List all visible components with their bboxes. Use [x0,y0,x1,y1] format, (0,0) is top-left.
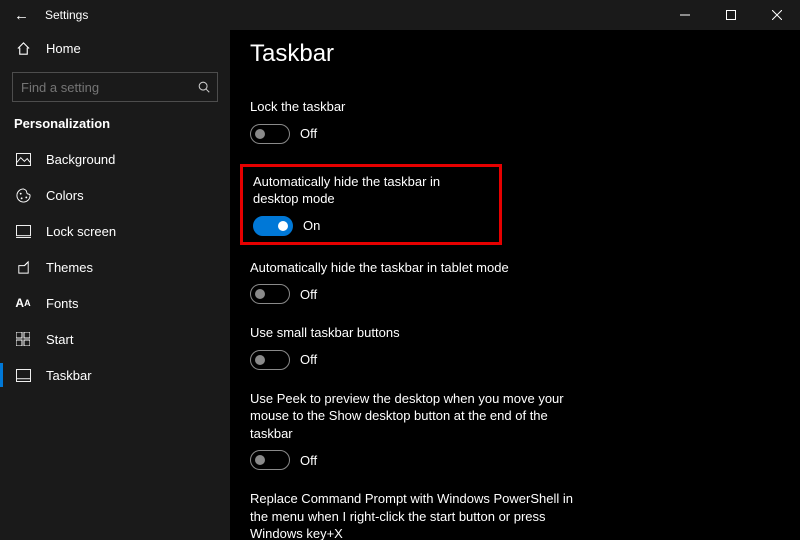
sidebar-item-label: Themes [46,260,93,275]
toggle-peek[interactable] [250,450,290,470]
setting-small-buttons: Use small taskbar buttons Off [250,324,590,370]
toggle-small-buttons[interactable] [250,350,290,370]
toggle-state: Off [300,352,317,367]
colors-icon [14,188,32,203]
setting-label: Use small taskbar buttons [250,324,590,342]
sidebar: Home Personalization Background [0,30,230,540]
toggle-state: Off [300,453,317,468]
lockscreen-icon [14,225,32,238]
sidebar-item-label: Home [46,41,81,56]
sidebar-item-label: Taskbar [46,368,92,383]
window-controls [662,0,800,30]
setting-label: Automatically hide the taskbar in deskto… [253,173,489,208]
setting-label: Replace Command Prompt with Windows Powe… [250,490,590,540]
sidebar-item-label: Colors [46,188,84,203]
search-icon [197,80,211,94]
sidebar-item-fonts[interactable]: AA Fonts [0,285,230,321]
window-title: Settings [45,8,88,22]
search-field[interactable] [21,80,197,95]
toggle-state: Off [300,287,317,302]
setting-label: Use Peek to preview the desktop when you… [250,390,590,443]
toggle-state: Off [300,126,317,141]
settings-window: ← Settings Home [0,0,800,540]
toggle-state: On [303,218,320,233]
toggle-lock-taskbar[interactable] [250,124,290,144]
sidebar-item-background[interactable]: Background [0,141,230,177]
themes-icon [14,260,32,275]
toggle-autohide-tablet[interactable] [250,284,290,304]
setting-powershell: Replace Command Prompt with Windows Powe… [250,490,590,540]
setting-label: Automatically hide the taskbar in tablet… [250,259,590,277]
maximize-button[interactable] [708,0,754,30]
sidebar-item-colors[interactable]: Colors [0,177,230,213]
close-button[interactable] [754,0,800,30]
sidebar-item-label: Background [46,152,115,167]
minimize-icon [680,10,690,20]
maximize-icon [726,10,736,20]
sidebar-item-taskbar[interactable]: Taskbar [0,357,230,393]
setting-peek: Use Peek to preview the desktop when you… [250,390,590,471]
highlight-box: Automatically hide the taskbar in deskto… [240,164,502,245]
close-icon [772,10,782,20]
minimize-button[interactable] [662,0,708,30]
back-icon[interactable]: ← [14,8,29,23]
toggle-autohide-desktop[interactable] [253,216,293,236]
setting-autohide-tablet: Automatically hide the taskbar in tablet… [250,259,590,305]
sidebar-item-label: Start [46,332,73,347]
search-input[interactable] [12,72,218,102]
sidebar-item-label: Lock screen [46,224,116,239]
setting-label: Lock the taskbar [250,98,590,116]
titlebar: ← Settings [0,0,800,30]
background-icon [14,153,32,166]
sidebar-item-label: Fonts [46,296,79,311]
sidebar-item-start[interactable]: Start [0,321,230,357]
sidebar-item-lockscreen[interactable]: Lock screen [0,213,230,249]
home-icon [14,41,32,56]
category-label: Personalization [0,112,230,141]
setting-lock-taskbar: Lock the taskbar Off [250,98,590,144]
sidebar-item-home[interactable]: Home [0,30,230,66]
setting-autohide-desktop: Automatically hide the taskbar in deskto… [253,173,489,236]
page-title: Taskbar [250,40,800,68]
taskbar-icon [14,369,32,382]
fonts-icon: AA [14,296,32,310]
start-icon [14,332,32,346]
content-pane: Taskbar Lock the taskbar Off Automatical… [230,30,800,540]
sidebar-item-themes[interactable]: Themes [0,249,230,285]
